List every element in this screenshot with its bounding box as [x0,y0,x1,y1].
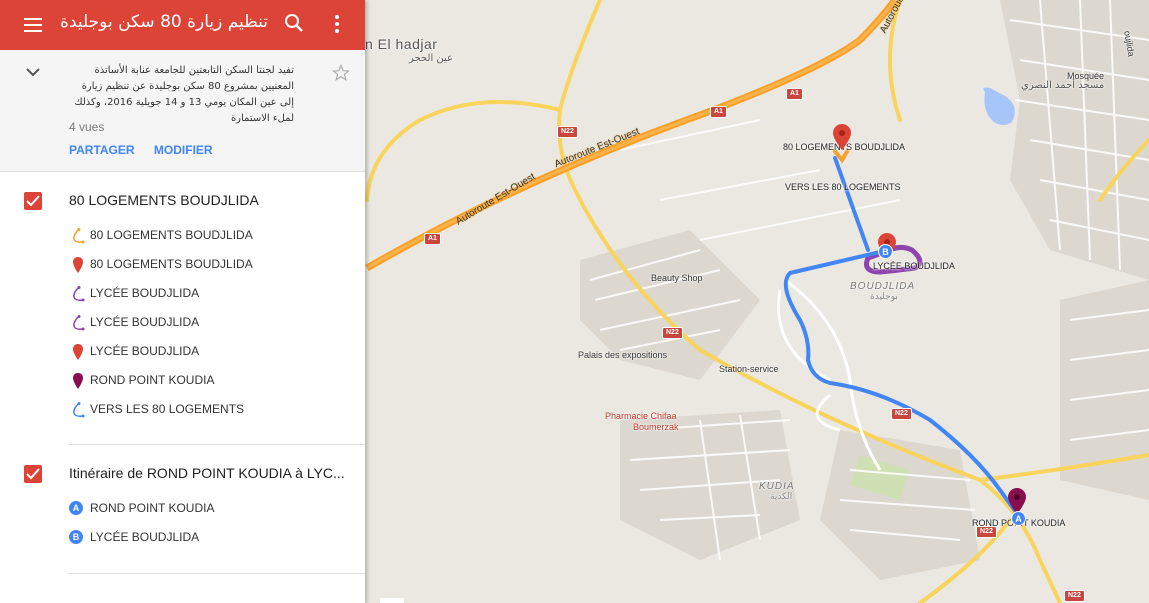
feature-item[interactable]: VERS LES 80 LOGEMENTS [69,400,349,420]
line-orange-icon [73,228,85,244]
sidebar-panel: تنظيم زيارة 80 سكن بوجليدة تفيد لجنتا ال… [0,0,365,603]
road-shield-a1: A1 [424,233,441,245]
star-icon[interactable] [332,64,350,82]
divider [69,573,365,574]
feature-item[interactable]: 80 LOGEMENTS BOUDJLIDA [69,255,349,275]
poi-label[interactable]: Boumerzak [633,422,679,432]
pin-red-icon [73,257,83,273]
area-label: BOUDJLIDA [850,281,916,292]
pin-label[interactable]: VERS LES 80 LOGEMENTS [785,182,901,192]
pin-red-icon [73,344,83,360]
layer-name[interactable]: Itinéraire de ROND POINT KOUDIA à LYC... [69,465,345,481]
feature-item[interactable]: LYCÉE BOUDJLIDA [69,342,349,362]
road-shield-a1: A1 [786,88,803,100]
feature-item[interactable]: A ROND POINT KOUDIA [69,499,349,519]
menu-icon[interactable] [22,14,44,36]
road-shield-n22: N22 [662,327,683,339]
line-blue-icon [73,402,85,418]
layer-itinerary: Itinéraire de ROND POINT KOUDIA à LYC...… [0,459,365,575]
line-purple-icon [73,286,85,302]
poi-label[interactable]: Station-service [719,364,779,374]
feature-item[interactable]: LYCÉE BOUDJLIDA [69,313,349,333]
area-label-ar: الكدية [770,492,793,502]
poi-label[interactable]: Pharmacie Chifaa [605,411,677,421]
line-purple-icon [73,315,85,331]
marker-b-icon: B [69,529,87,547]
marker-b-icon[interactable]: B [878,244,893,259]
map-description: تفيد لجنتا السكن التابعتين للجامعة عنابة… [74,65,294,124]
chevron-down-icon[interactable] [24,66,42,78]
feature-item[interactable]: LYCÉE BOUDJLIDA [69,284,349,304]
layer-header: Itinéraire de ROND POINT KOUDIA à LYC... [0,459,365,487]
layer-header: 80 LOGEMENTS BOUDJLIDA [0,186,365,214]
place-label: n El hadjar [365,36,438,52]
feature-item[interactable]: ROND POINT KOUDIA [69,371,349,391]
feature-item[interactable]: 80 LOGEMENTS BOUDJLIDA [69,226,349,246]
pin-red-icon[interactable] [833,124,851,150]
layer-checkbox[interactable] [24,192,42,210]
edit-button[interactable]: MODIFIER [154,143,213,157]
view-count: 4 vues [69,120,105,134]
marker-a-icon[interactable]: A [1011,511,1026,526]
road-shield-n22: N22 [891,408,912,420]
svg-text:B: B [882,247,889,257]
search-icon[interactable] [283,12,305,34]
poi-label[interactable]: Beauty Shop [651,273,703,283]
road-shield-a1: A1 [710,106,727,118]
area-label: KUDIA [759,481,795,492]
marker-a-icon: A [69,500,87,518]
divider [69,444,365,445]
layer-name[interactable]: 80 LOGEMENTS BOUDJLIDA [69,192,259,208]
layer-checkbox[interactable] [24,465,42,483]
area-label-ar: بوجليدة [870,292,898,302]
poi-label-ar: مسجد أحمد النصري [1021,80,1105,91]
place-label-ar: عين الحجر [409,53,454,64]
poi-label[interactable]: Palais des expositions [578,350,667,360]
share-button[interactable]: PARTAGER [69,143,135,157]
map-info-section: تفيد لجنتا السكن التابعتين للجامعة عنابة… [0,50,365,172]
pin-darkred-icon [73,373,83,389]
pin-label[interactable]: LYCÉE BOUDJLIDA [873,261,955,271]
layer-80-logements: 80 LOGEMENTS BOUDJLIDA 80 LOGEMENTS BOUD… [0,186,365,446]
title-bar: تنظيم زيارة 80 سكن بوجليدة [0,0,365,50]
svg-text:A: A [1015,514,1022,524]
action-links: PARTAGER MODIFIER [69,143,229,157]
road-shield-n22: N22 [1064,590,1085,602]
more-vert-icon[interactable] [326,12,348,36]
road-shield-n22: N22 [557,126,578,138]
map-title: تنظيم زيارة 80 سكن بوجليدة [60,12,268,32]
feature-item[interactable]: B LYCÉE BOUDJLIDA [69,528,349,548]
